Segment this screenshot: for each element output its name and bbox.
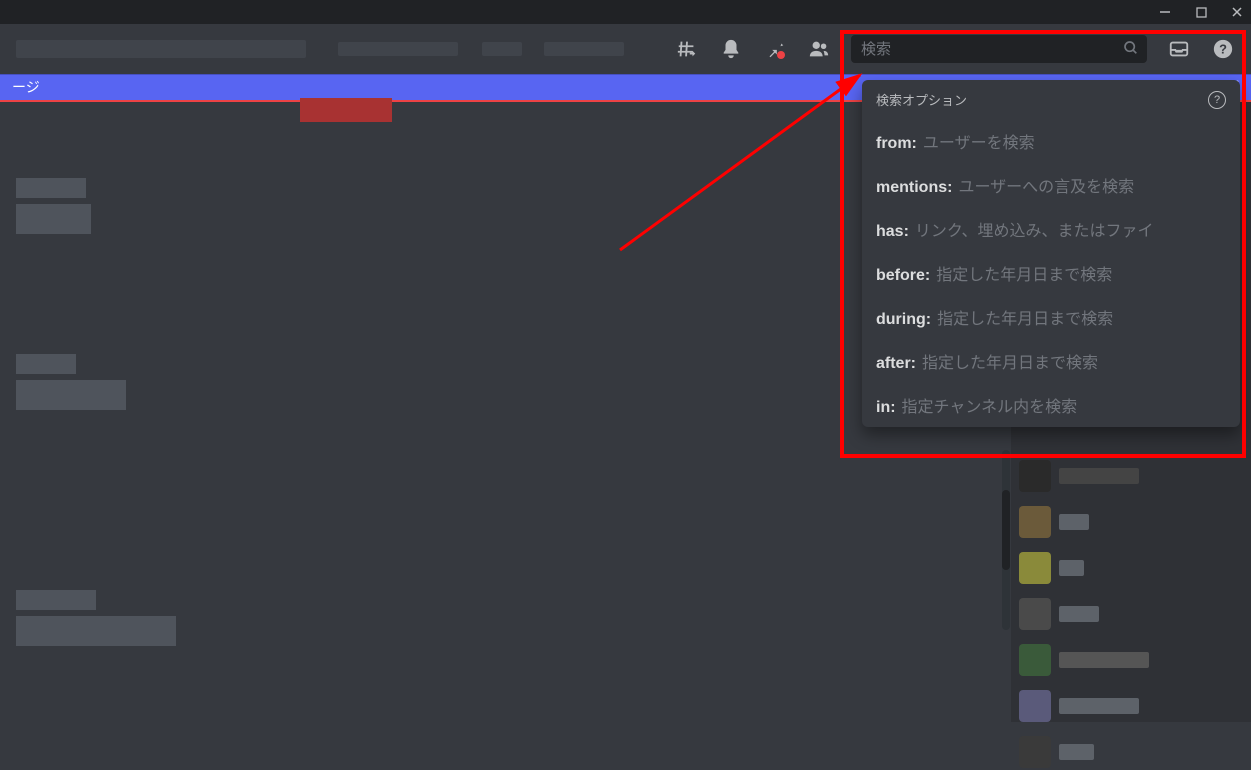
search-icon [1123,40,1141,58]
search-option-desc: 指定した年月日まで検索 [936,261,1112,285]
minimize-button[interactable] [1155,2,1175,22]
channel-topic-redacted-3 [544,42,624,56]
search-option-desc: 指定チャンネル内を検索 [902,393,1078,417]
message-redacted [16,590,96,610]
search-option-key: mentions: [876,179,952,197]
messages-area [0,102,1011,722]
search-option-after[interactable]: after: 指定した年月日まで検索 [862,339,1240,383]
member-item[interactable] [1019,504,1243,540]
search-options-title: 検索オプション [876,90,967,109]
member-item[interactable] [1019,688,1243,724]
search-option-from[interactable]: from: ユーザーを検索 [862,119,1240,163]
avatar [1019,598,1051,630]
pinned-messages-icon[interactable] [763,37,787,61]
member-name-redacted [1059,560,1084,576]
channel-name-redacted [16,40,306,58]
search-option-key: after: [876,355,916,373]
member-name-redacted [1059,468,1139,484]
search-option-mentions[interactable]: mentions: ユーザーへの言及を検索 [862,163,1240,207]
search-option-desc: 指定した年月日まで検索 [937,305,1113,329]
search-option-before[interactable]: before: 指定した年月日まで検索 [862,251,1240,295]
member-item[interactable] [1019,458,1243,494]
scrollbar-thumb[interactable] [1002,490,1010,570]
member-item[interactable] [1019,550,1243,586]
search-options-popup: 検索オプション ? from: ユーザーを検索 mentions: ユーザーへの… [862,80,1240,427]
channel-topic-redacted [338,42,458,56]
message-redacted [16,178,86,198]
search-option-during[interactable]: during: 指定した年月日まで検索 [862,295,1240,339]
member-name-redacted [1059,698,1139,714]
messages-scrollbar[interactable] [1002,450,1010,630]
maximize-button[interactable] [1191,2,1211,22]
search-option-key: during: [876,311,931,329]
search-option-in[interactable]: in: 指定チャンネル内を検索 [862,383,1240,427]
search-popup-header: 検索オプション ? [862,80,1240,119]
members-icon[interactable] [807,37,831,61]
channel-topic-redacted-2 [482,42,522,56]
member-item[interactable] [1019,596,1243,632]
member-name-redacted [1059,606,1099,622]
member-item[interactable] [1019,734,1243,770]
inbox-icon[interactable] [1167,37,1191,61]
message-redacted [16,380,126,410]
search-option-desc: ユーザーを検索 [923,129,1035,153]
member-name-redacted [1059,744,1094,760]
avatar [1019,690,1051,722]
svg-text:?: ? [1219,42,1227,57]
member-name-redacted [1059,514,1089,530]
avatar [1019,644,1051,676]
search-option-has[interactable]: has: リンク、埋め込み、またはファイ [862,207,1240,251]
avatar [1019,460,1051,492]
search-input[interactable] [857,41,1123,58]
search-option-key: before: [876,267,930,285]
search-option-key: has: [876,223,909,241]
close-button[interactable] [1227,2,1247,22]
member-name-redacted [1059,652,1149,668]
message-redacted [16,354,76,374]
search-option-key: from: [876,135,917,153]
search-option-desc: リンク、埋め込み、またはファイ [915,217,1154,241]
pin-notification-badge [777,51,785,59]
channel-header: ? [0,24,1251,74]
search-help-icon[interactable]: ? [1208,91,1226,109]
search-bar[interactable] [851,35,1147,63]
avatar [1019,506,1051,538]
search-option-desc: 指定した年月日まで検索 [922,349,1098,373]
avatar [1019,736,1051,768]
search-option-desc: ユーザーへの言及を検索 [958,173,1134,197]
notifications-icon[interactable] [719,37,743,61]
member-item[interactable] [1019,642,1243,678]
message-redacted [16,204,91,234]
threads-icon[interactable] [675,37,699,61]
message-redacted [16,616,176,646]
search-option-key: in: [876,399,896,417]
window-titlebar [0,0,1251,24]
avatar [1019,552,1051,584]
help-icon[interactable]: ? [1211,37,1235,61]
